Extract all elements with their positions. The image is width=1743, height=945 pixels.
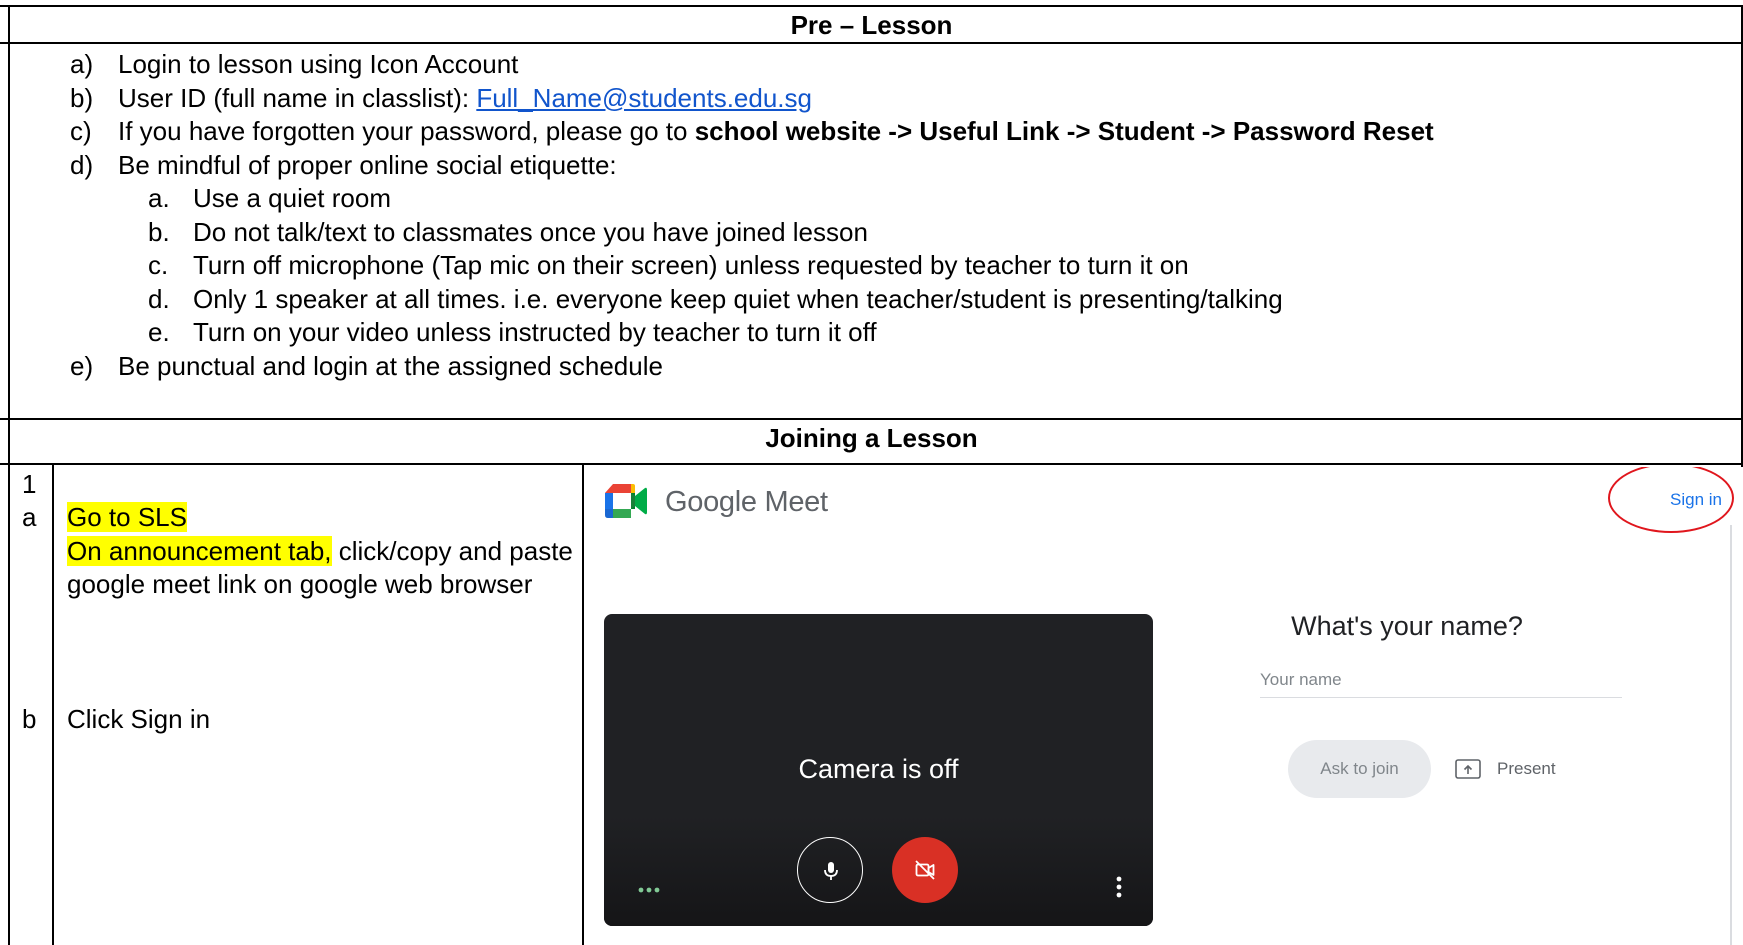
password-reset-prefix: If you have forgotten your password, ple… <box>118 116 695 146</box>
step-number: 1 <box>22 469 37 499</box>
present-label: Present <box>1497 759 1556 778</box>
list-marker: a) <box>70 49 94 79</box>
list-item: b) User ID (full name in classlist): Ful… <box>70 82 1434 116</box>
microphone-icon <box>824 862 838 880</box>
user-id-label: User ID (full name in classlist): <box>118 82 477 113</box>
list-item: e) Be punctual and login at the assigned… <box>70 350 1434 384</box>
camera-off-icon <box>915 860 935 880</box>
page-scrollbar-track <box>1730 525 1732 945</box>
user-id-email-link[interactable]: Full_Name@students.edu.sg <box>476 83 812 113</box>
table-border-left <box>8 5 10 945</box>
step-number-column-divider <box>52 463 54 945</box>
step-text-column-divider <box>582 463 584 945</box>
sub-list-item: a. Use a quiet room <box>148 182 1434 216</box>
table-border-top <box>0 5 1743 7</box>
google-meet-logo-icon <box>605 484 647 518</box>
camera-preview: Camera is off <box>604 614 1153 926</box>
sub-list-marker: c. <box>148 250 169 280</box>
sub-list-marker: b. <box>148 216 170 247</box>
sub-list-marker: d. <box>148 283 170 314</box>
google-meet-wordmark: Google Meet <box>665 483 828 521</box>
sub-list-item-text: Turn off microphone (Tap mic on their sc… <box>193 250 1189 280</box>
divider-above-joining <box>0 418 1743 420</box>
google-meet-screenshot: Google Meet Sign in Camera is off What's… <box>585 467 1743 945</box>
list-marker: c) <box>70 116 92 146</box>
sub-list-item-text: Only 1 speaker at all times. i.e. everyo… <box>193 283 1283 314</box>
camera-off-status: Camera is off <box>798 754 959 784</box>
more-effects-icon[interactable] <box>637 886 661 894</box>
microphone-toggle-button[interactable] <box>797 837 863 903</box>
list-item-text: Be punctual and login at the assigned sc… <box>118 350 663 381</box>
sub-list-marker: e. <box>148 317 170 347</box>
sub-list-item-text: Use a quiet room <box>193 183 391 213</box>
sub-list-item: e. Turn on your video unless instructed … <box>148 316 1434 350</box>
wordmark-meet: Meet <box>756 486 828 518</box>
sub-list-item: b. Do not talk/text to classmates once y… <box>148 216 1434 250</box>
step-a-instructions: Go to SLS On announcement tab, click/cop… <box>67 501 577 602</box>
sub-list-item-text: Turn on your video unless instructed by … <box>193 317 877 347</box>
joining-lesson-title: Joining a Lesson <box>765 423 978 453</box>
announcement-tab-text: On announcement tab, <box>67 535 332 566</box>
sub-list-item: d. Only 1 speaker at all times. i.e. eve… <box>148 283 1434 317</box>
go-to-sls-text: Go to SLS <box>67 502 187 532</box>
step-b-instructions: Click Sign in <box>67 704 211 734</box>
name-question: What's your name? <box>1291 611 1523 641</box>
sign-in-annotation-circle <box>1608 467 1734 533</box>
pre-lesson-title: Pre – Lesson <box>790 10 953 40</box>
list-item: a) Login to lesson using Icon Account <box>70 48 1434 82</box>
camera-toggle-button[interactable] <box>892 837 958 903</box>
list-item: c) If you have forgotten your password, … <box>70 115 1434 149</box>
sub-list-item-text: Do not talk/text to classmates once you … <box>193 216 868 247</box>
list-item-text: If you have forgotten your password, ple… <box>118 115 1434 149</box>
ask-to-join-button[interactable]: Ask to join <box>1288 740 1431 798</box>
wordmark-google: Google <box>665 486 757 518</box>
list-item-text: User ID (full name in classlist): Full_N… <box>118 82 812 116</box>
list-item: d) Be mindful of proper online social et… <box>70 149 1434 183</box>
divider-under-pre-lesson-title <box>0 42 1743 44</box>
list-marker: e) <box>70 350 94 381</box>
password-reset-path: school website -> Useful Link -> Student… <box>694 116 1434 146</box>
list-marker: d) <box>70 149 94 180</box>
sub-list-marker: a. <box>148 183 170 213</box>
present-button[interactable]: Present <box>1455 740 1575 798</box>
list-item-text: Be mindful of proper online social etiqu… <box>118 149 617 180</box>
lesson-guide-table: Pre – Lesson a) Login to lesson using Ic… <box>0 0 1743 945</box>
list-marker: b) <box>70 82 94 113</box>
step-marker-a: a <box>22 502 37 532</box>
your-name-input[interactable] <box>1260 662 1622 698</box>
pre-lesson-list: a) Login to lesson using Icon Account b)… <box>70 48 1434 383</box>
preview-gradient <box>604 816 1153 926</box>
present-screen-icon <box>1455 759 1481 779</box>
list-item-text: Login to lesson using Icon Account <box>118 49 519 79</box>
more-options-icon[interactable] <box>1115 875 1123 899</box>
step-marker-b: b <box>22 704 37 734</box>
divider-under-joining-title <box>0 463 1743 465</box>
etiquette-sub-list: a. Use a quiet room b. Do not talk/text … <box>148 182 1434 350</box>
sub-list-item: c. Turn off microphone (Tap mic on their… <box>148 249 1434 283</box>
